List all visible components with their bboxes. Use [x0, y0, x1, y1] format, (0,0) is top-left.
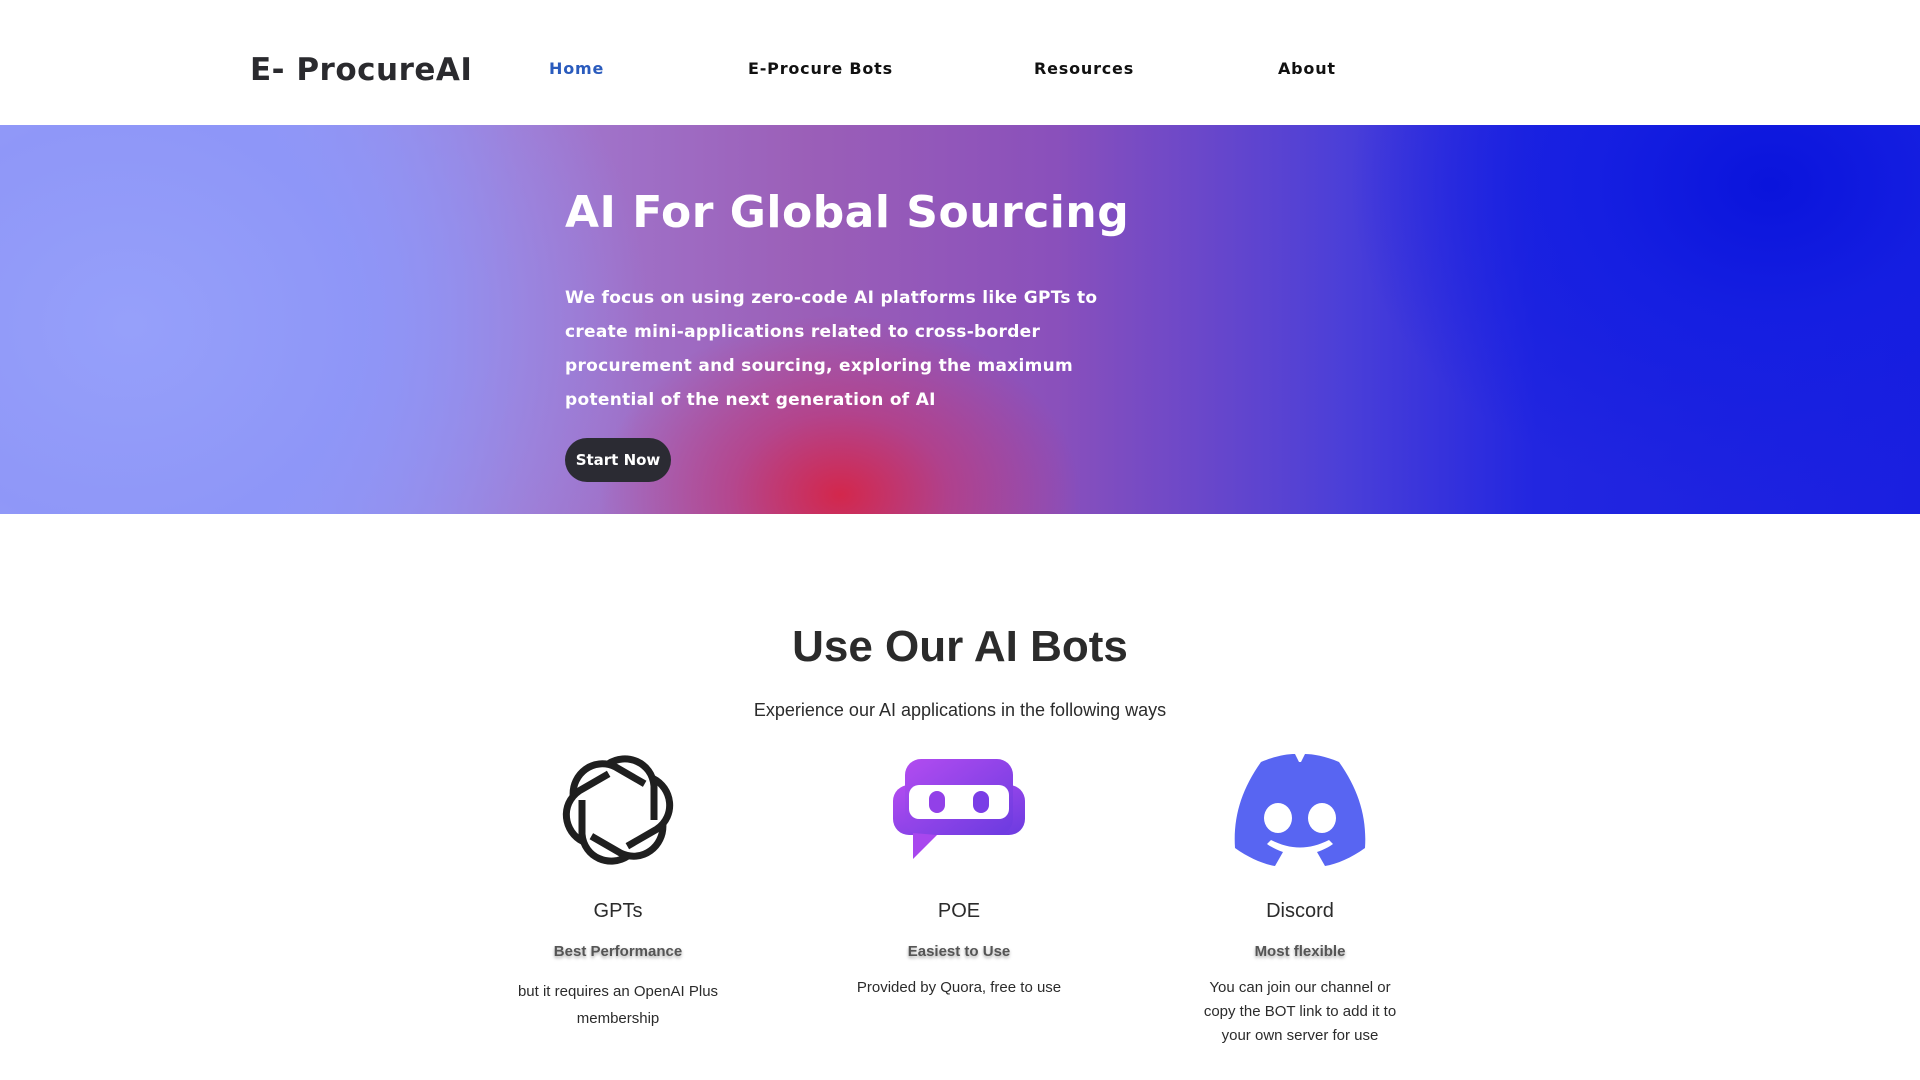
bot-description: You can join our channel or copy the BOT…: [1203, 979, 1397, 1044]
hero-banner: AI For Global Sourcing We focus on using…: [0, 125, 1920, 514]
nav-home[interactable]: Home: [549, 59, 604, 78]
start-now-button[interactable]: Start Now: [565, 438, 671, 482]
bot-name[interactable]: POE: [829, 900, 1089, 923]
discord-icon[interactable]: [1170, 745, 1430, 875]
nav-e-procure-bots[interactable]: E-Procure Bots: [748, 59, 893, 78]
bot-name[interactable]: Discord: [1170, 900, 1430, 923]
nav-about[interactable]: About: [1278, 59, 1336, 78]
bot-name[interactable]: GPTs: [488, 900, 748, 923]
nav-resources[interactable]: Resources: [1034, 59, 1134, 78]
hero-title: AI For Global Sourcing: [565, 187, 1130, 238]
bot-description: Provided by Quora, free to use: [856, 979, 1062, 996]
poe-icon[interactable]: [829, 745, 1089, 875]
section-subtitle: Experience our AI applications in the fo…: [753, 700, 1167, 720]
section-title: Use Our AI Bots: [792, 622, 1128, 671]
hero-description: We focus on using zero-code AI platforms…: [565, 288, 1098, 410]
site-header: E- ProcureAI Home E-Procure Bots Resourc…: [0, 0, 1920, 125]
bot-description: but it requires an OpenAI Plus membershi…: [517, 983, 719, 1027]
bot-tag: Best Performance: [553, 943, 683, 960]
site-logo[interactable]: E- ProcureAI: [250, 52, 472, 88]
openai-icon[interactable]: [488, 745, 748, 875]
bot-tag: Easiest to Use: [907, 943, 1011, 960]
bot-tag: Most flexible: [1254, 943, 1346, 960]
